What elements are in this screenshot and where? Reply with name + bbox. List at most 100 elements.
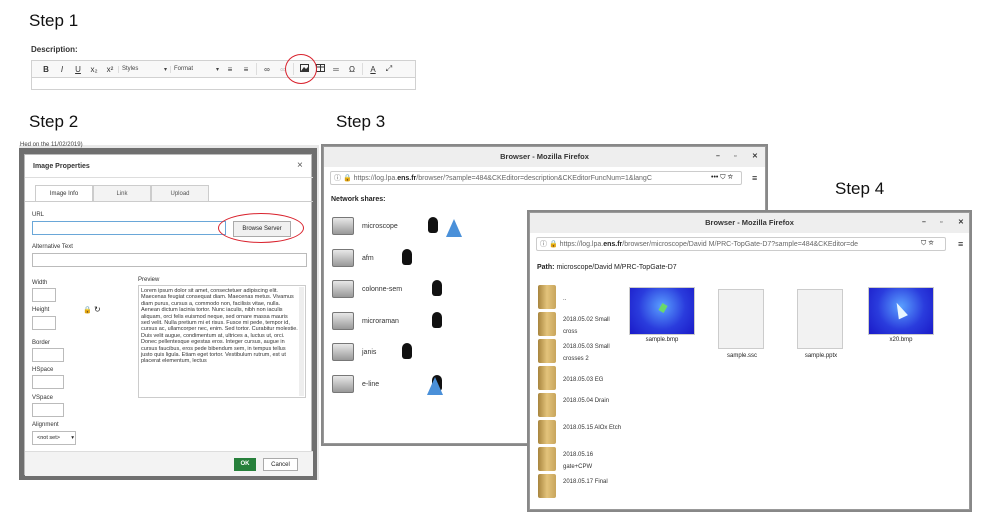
preview-scrollbar[interactable] (299, 287, 304, 396)
folder-item[interactable]: 2018.05.03 EG (538, 366, 628, 390)
linux-tux-icon (428, 217, 438, 233)
address-bar[interactable]: ⓘ 🔒 https://log.lpa.ens.fr/browser/micro… (536, 237, 946, 251)
folder-item[interactable]: 2018.05.02 Small cross (538, 312, 628, 336)
superscript-button[interactable]: x² (104, 65, 116, 74)
share-name: afm (362, 254, 374, 262)
special-char-icon[interactable]: Ω (346, 65, 358, 74)
close-icon[interactable]: ✕ (958, 213, 964, 233)
border-input[interactable] (32, 348, 64, 362)
linux-tux-icon (432, 311, 442, 328)
folder-item[interactable]: 2018.05.04 Drain (538, 393, 628, 417)
alt-text-input[interactable] (32, 253, 307, 267)
link-icon[interactable]: ∞ (261, 65, 273, 74)
folder-name: 2018.05.17 Final (563, 479, 608, 485)
maximize-icon[interactable]: ▫ (940, 213, 942, 233)
minimize-icon[interactable]: – (922, 213, 926, 233)
file-name: x20.bmp (889, 337, 913, 343)
drive-icon (332, 217, 354, 235)
info-icon[interactable]: ⓘ (537, 241, 547, 248)
folder-name: 2018.05.03 EG (563, 377, 604, 383)
preview-label: Preview (138, 277, 160, 283)
share-item[interactable]: colonne-sem (332, 278, 532, 304)
horizontal-line-icon[interactable]: ═ (330, 65, 342, 74)
folder-item[interactable]: .. (538, 285, 628, 309)
tab-image-info[interactable]: Image Info (35, 185, 93, 201)
hspace-input[interactable] (32, 375, 64, 389)
numbered-list-icon[interactable]: ≡ (224, 65, 236, 74)
file-name: sample.ssc (726, 353, 757, 359)
format-combo[interactable]: Format ▾ (170, 65, 222, 73)
folder-item[interactable]: 2018.05.15 AlOx Etch (538, 420, 628, 444)
lock-icon: 🔒 (548, 241, 558, 248)
bold-button[interactable]: B (40, 65, 52, 74)
folder-icon (538, 474, 556, 498)
folder-item[interactable]: 2018.05.03 Small crosses 2 (538, 339, 628, 363)
folder-name: 2018.05.03 Small crosses 2 (563, 344, 610, 362)
file-thumbnail (797, 289, 843, 349)
file-name: sample.pptx (804, 353, 838, 359)
folder-icon (538, 339, 556, 363)
hamburger-menu-icon[interactable]: ≡ (752, 173, 757, 183)
folder-icon (538, 447, 556, 471)
share-item[interactable]: microscope (332, 215, 532, 241)
underline-button[interactable]: U (72, 65, 84, 74)
height-label: Height (32, 307, 50, 313)
vspace-input[interactable] (32, 403, 64, 417)
share-item[interactable]: janis (332, 341, 532, 367)
styles-label: Styles (122, 65, 139, 72)
folder-item[interactable]: 2018.05.16 gate+CPW (538, 447, 628, 471)
folder-item[interactable]: 2018.05.17 Final (538, 474, 628, 498)
font-color-icon[interactable]: A (367, 65, 379, 74)
folder-icon (538, 285, 556, 309)
file-item[interactable]: sample.bmp (629, 287, 695, 343)
folder-name: 2018.05.04 Drain (563, 398, 610, 404)
linux-tux-icon (402, 343, 412, 359)
title-divider (25, 177, 313, 178)
editor-toolbar: B I U x₂ x² Styles ▾ Format ▾ ≡ ≡ ∞ ∞ ═ Ω … (31, 60, 416, 78)
editor-body[interactable] (31, 78, 416, 90)
share-item[interactable]: afm (332, 247, 532, 273)
bulleted-list-icon[interactable]: ≡ (240, 65, 252, 74)
ok-button[interactable]: OK (234, 458, 256, 471)
file-item[interactable]: sample.pptx (797, 289, 845, 359)
lock-icon: 🔒 (342, 175, 352, 182)
file-item[interactable]: sample.ssc (718, 289, 766, 359)
close-icon[interactable]: ✕ (752, 147, 758, 167)
alignment-value: <not set> (37, 435, 60, 441)
maximize-icon[interactable]: ⤢ (383, 64, 395, 74)
folder-name: 2018.05.02 Small cross (563, 317, 610, 335)
styles-combo[interactable]: Styles ▾ (118, 65, 170, 73)
page-actions-icon[interactable]: ••• ⛉ ☆ (709, 174, 736, 182)
drive-icon (332, 248, 354, 267)
tab-upload[interactable]: Upload (151, 185, 209, 201)
minimize-icon[interactable]: – (716, 147, 720, 167)
toolbar-separator (362, 63, 363, 75)
step-3-label: Step 3 (336, 112, 386, 131)
cancel-button[interactable]: Cancel (263, 458, 298, 471)
alignment-select[interactable]: <not set> ▾ (32, 431, 76, 445)
close-icon[interactable]: × (297, 160, 303, 171)
info-icon[interactable]: ⓘ (331, 175, 341, 182)
subscript-button[interactable]: x₂ (88, 65, 100, 74)
url-path: /browser/?sample=484&CKEditor=descriptio… (416, 175, 652, 182)
lock-icon[interactable]: 🔒 (83, 306, 92, 314)
window-title: Browser - Mozilla Firefox (705, 218, 794, 227)
file-item[interactable]: x20.bmp (868, 287, 934, 343)
folder-icon (538, 420, 556, 444)
maximize-icon[interactable]: ▫ (734, 147, 736, 167)
hamburger-menu-icon[interactable]: ≡ (958, 239, 963, 249)
url-prefix: https://log.lpa. (559, 241, 604, 248)
width-input[interactable] (32, 288, 56, 302)
address-bar[interactable]: ⓘ 🔒 https://log.lpa.ens.fr/browser/?samp… (330, 171, 742, 185)
path-value: microscope/David M/PRC-TopGate-D7 (556, 264, 677, 271)
tab-link[interactable]: Link (93, 185, 151, 201)
share-item[interactable]: microraman (332, 310, 532, 336)
height-input[interactable] (32, 316, 56, 330)
share-name: microraman (362, 317, 399, 325)
page-actions-icon[interactable]: ⛉ ☆ (919, 240, 936, 248)
italic-button[interactable]: I (56, 65, 68, 74)
share-item[interactable]: e-line (332, 373, 532, 399)
folder-name: .. (563, 296, 567, 302)
url-input[interactable] (32, 221, 226, 235)
reset-size-icon[interactable]: ↻ (94, 305, 101, 314)
